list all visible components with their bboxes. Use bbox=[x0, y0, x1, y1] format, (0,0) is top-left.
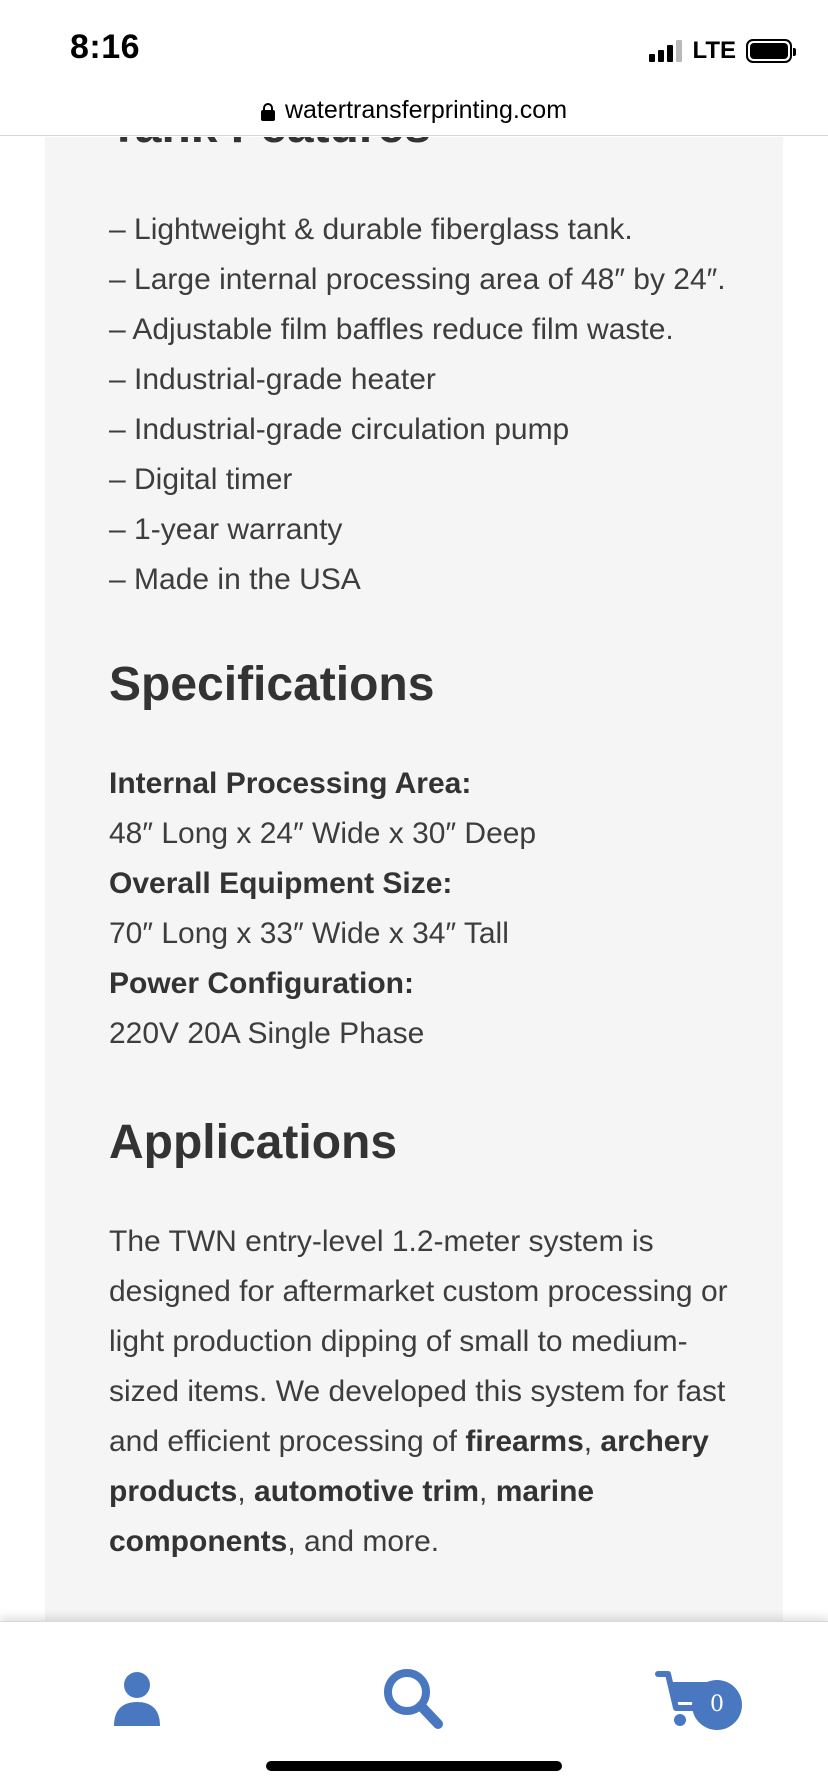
separator: , bbox=[237, 1475, 255, 1508]
applications-text-end: , and more. bbox=[287, 1525, 440, 1558]
separator: , bbox=[479, 1475, 496, 1508]
application-firearms: firearms bbox=[465, 1425, 584, 1458]
section-heading-specifications: Specifications bbox=[109, 658, 435, 711]
spec-value: 70″ Long x 33″ Wide x 34″ Tall bbox=[109, 917, 509, 950]
lock-icon bbox=[260, 102, 275, 121]
separator: , bbox=[583, 1425, 601, 1458]
features-list: – Lightweight & durable fiberglass tank.… bbox=[109, 205, 726, 605]
signal-icon bbox=[649, 40, 683, 62]
status-time: 8:16 bbox=[70, 28, 141, 66]
list-item: – Lightweight & durable fiberglass tank. bbox=[109, 213, 633, 246]
status-bar: 8:16 LTE bbox=[0, 0, 828, 92]
spec-label: Internal Processing Area: bbox=[109, 767, 472, 800]
list-item: – Digital timer bbox=[109, 463, 293, 496]
list-item: – Adjustable film baffles reduce film wa… bbox=[109, 313, 674, 346]
home-indicator[interactable] bbox=[266, 1761, 562, 1771]
spec-label: Overall Equipment Size: bbox=[109, 867, 453, 900]
network-label: LTE bbox=[692, 37, 736, 64]
applications-text: The TWN entry-level 1.2-meter system is … bbox=[109, 1225, 728, 1458]
cart-count-badge[interactable]: 0 bbox=[692, 1680, 742, 1730]
spec-label: Power Configuration: bbox=[109, 967, 414, 1000]
spec-value: 220V 20A Single Phase bbox=[109, 1017, 425, 1050]
section-heading-tank-features: Tank Features bbox=[109, 137, 431, 154]
list-item: – Made in the USA bbox=[109, 563, 361, 596]
list-item: – 1-year warranty bbox=[109, 513, 343, 546]
account-button[interactable] bbox=[102, 1664, 172, 1734]
url-text[interactable]: watertransferprinting.com bbox=[285, 96, 567, 125]
search-button[interactable] bbox=[378, 1664, 448, 1734]
address-bar[interactable]: watertransferprinting.com bbox=[0, 86, 828, 136]
product-content: Tank Features – Lightweight & durable fi… bbox=[45, 137, 783, 1625]
application-automotive: automotive trim bbox=[254, 1475, 480, 1508]
applications-paragraph: The TWN entry-level 1.2-meter system is … bbox=[109, 1217, 749, 1567]
specifications-list: Internal Processing Area: 48″ Long x 24″… bbox=[109, 759, 536, 1059]
search-icon bbox=[384, 1669, 443, 1729]
section-heading-applications: Applications bbox=[109, 1116, 398, 1169]
battery-icon bbox=[746, 39, 796, 63]
account-icon bbox=[114, 1672, 160, 1726]
list-item: – Industrial-grade circulation pump bbox=[109, 413, 570, 446]
list-item: – Large internal processing area of 48″ … bbox=[109, 263, 726, 296]
status-indicators: LTE bbox=[649, 36, 796, 66]
list-item: – Industrial-grade heater bbox=[109, 363, 436, 396]
spec-value: 48″ Long x 24″ Wide x 30″ Deep bbox=[109, 817, 537, 850]
